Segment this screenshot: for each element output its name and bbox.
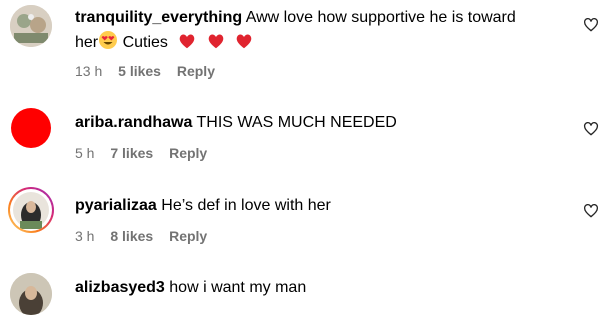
comment-item: tranquility_everything Aww love how supp… [0,0,605,90]
avatar [10,189,52,231]
comment-body-cont: her [75,34,99,51]
username[interactable]: ariba.randhawa [75,114,192,131]
comment-body: Aww love how supportive he is toward [245,9,516,26]
reply-button[interactable]: Reply [177,63,215,79]
likes-count[interactable]: 5 likes [118,63,161,79]
avatar[interactable] [10,5,52,47]
comment-body: He’s def in love with her [161,197,331,214]
comment-meta: 5 h 7 likes Reply [75,145,219,161]
comment-text: ariba.randhawa THIS WAS MUCH NEEDED [75,111,565,135]
username[interactable]: tranquility_everything [75,9,242,26]
like-heart-icon[interactable] [583,17,599,33]
avatar-story-ring[interactable] [8,187,54,233]
avatar-image [13,192,49,229]
comment-text: pyarializaa He’s def in love with her [75,194,565,218]
comment-body: THIS WAS MUCH NEEDED [196,114,397,131]
red-heart-emoji-icon [180,34,195,49]
reply-button[interactable]: Reply [169,228,207,244]
avatar-image [10,273,52,315]
like-heart-icon[interactable] [583,121,599,137]
like-heart-icon[interactable] [583,203,599,219]
username[interactable]: pyarializaa [75,197,157,214]
likes-count[interactable]: 8 likes [110,228,153,244]
avatar[interactable] [10,273,52,315]
comment-body-cont: Cuties [122,34,168,51]
comment-item: alizbasyed3 how i want my man [0,270,605,315]
reply-button[interactable]: Reply [169,145,207,161]
comment-item: ariba.randhawa THIS WAS MUCH NEEDED 5 h … [0,100,605,180]
comment-body: how i want my man [169,279,307,296]
timestamp: 5 h [75,145,95,161]
timestamp: 13 h [75,63,103,79]
comment-meta: 13 h 5 likes Reply [75,63,227,79]
red-heart-emoji-icon [237,34,252,49]
likes-count[interactable]: 7 likes [110,145,153,161]
red-heart-emoji-icon [208,34,224,49]
comment-item: pyarializaa He’s def in love with her 3 … [0,185,605,265]
username[interactable]: alizbasyed3 [75,279,165,296]
timestamp: 3 h [75,228,95,244]
avatar-image [10,5,52,47]
avatar[interactable] [10,107,52,149]
avatar-image [11,108,51,148]
comment-meta: 3 h 8 likes Reply [75,228,219,244]
heart-eyes-emoji-icon [99,31,118,49]
comment-text: alizbasyed3 how i want my man [75,276,565,300]
comment-text: tranquility_everything Aww love how supp… [75,6,565,55]
